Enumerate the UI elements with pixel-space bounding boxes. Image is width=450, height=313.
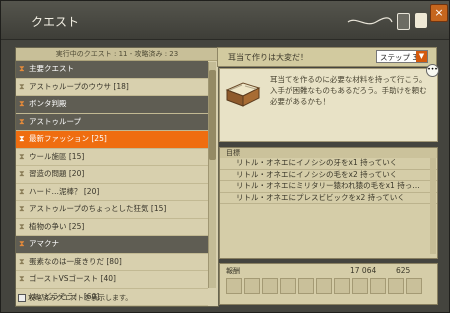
quest-label: 蛋素なのは一度きりだ [80]: [29, 256, 122, 266]
hourglass-icon: ⧗: [19, 256, 25, 266]
quest-item[interactable]: ⧗ 植物の争い [25]: [16, 219, 208, 236]
reward-item-slot[interactable]: [352, 278, 368, 294]
reward-xp: 17 064: [350, 266, 377, 275]
window-title: クエスト: [31, 15, 80, 29]
goals-scrollbar[interactable]: [430, 158, 436, 254]
reward-item-slot[interactable]: [226, 278, 242, 294]
quest-title: 耳当て作りは大変だ！: [228, 53, 308, 62]
chevron-down-icon[interactable]: ▼: [416, 51, 427, 62]
quest-count-header: 実行中のクエスト : 11 - 攻略済み : 23: [16, 48, 218, 61]
hourglass-icon: ⧗: [19, 151, 25, 161]
show-completed-label: 攻略済みクエストを表示します。: [28, 294, 133, 302]
hourglass-icon: ⧗: [19, 239, 25, 248]
close-button[interactable]: ×: [430, 4, 448, 22]
goals-panel: 目標 リトル・オネエにイノシシの牙をx1 持っていく リトル・オネエにイノシシの毛…: [219, 147, 438, 259]
hourglass-icon: ⧗: [19, 204, 25, 213]
reward-item-slot[interactable]: [262, 278, 278, 294]
quest-category[interactable]: ⧗ ボンタ判殿: [16, 96, 208, 114]
quest-label: アストゥループのちょっとした狂気 [15]: [29, 204, 167, 213]
checkbox[interactable]: [18, 294, 26, 302]
hourglass-icon: ⧗: [19, 99, 25, 108]
quest-title-bar: 耳当て作りは大変だ！ ステップ 3 ▼: [217, 47, 437, 67]
reward-kamas: 625: [396, 266, 411, 275]
open-book-icon: [225, 82, 261, 107]
quest-category[interactable]: ⧗ アマクナ: [16, 236, 208, 254]
quest-item[interactable]: ⧗ 最新ファッション [25]: [16, 131, 208, 149]
hourglass-icon: ⧗: [19, 274, 25, 283]
quest-description-panel: 耳当てを作るのに必要な材料を持って行こう。入手が困難なものもあるだろう。手助けを…: [219, 64, 439, 142]
scroll-icon[interactable]: [415, 13, 427, 28]
reward-item-slot[interactable]: [406, 278, 422, 294]
scrollbar-thumb[interactable]: [209, 70, 216, 160]
goals-list: リトル・オネエにイノシシの牙をx1 持っていく リトル・オネエにイノシシの毛をx2…: [220, 158, 437, 204]
quest-item[interactable]: ⧗ アストゥループのちょっとした狂気 [15]: [16, 201, 208, 219]
hourglass-icon: ⧗: [19, 134, 25, 143]
quest-label: アストゥループ: [29, 116, 82, 126]
quest-label: ハード…泥棒？ [20]: [29, 186, 100, 196]
step-select-value: ステップ 3: [380, 53, 418, 62]
reward-item-slot[interactable]: [334, 278, 350, 294]
hourglass-icon: ⧗: [19, 169, 25, 178]
hourglass-icon: ⧗: [19, 116, 25, 126]
hourglass-icon: ⧗: [19, 64, 25, 73]
quest-list: ⧗ 主要クエスト ⧗ アストゥループのウウサ [18] ⧗ ボンタ判殿 ⧗ アストゥループ ⧗ 最…: [16, 61, 218, 306]
goal-item: リトル・オネエにミリタリー猿われ猿の毛をx1 持っ…: [220, 181, 437, 193]
hourglass-icon: ⧗: [19, 81, 25, 91]
quest-label: 最新ファッション [25]: [29, 134, 107, 143]
quest-item[interactable]: ⧗ 習造の問題 [20]: [16, 166, 208, 184]
reward-item-slot[interactable]: [298, 278, 314, 294]
quest-list-scrollbar[interactable]: [208, 62, 216, 288]
goal-item: リトル・オネエにイノシシの牙をx1 持っていく: [220, 158, 437, 170]
quest-label: 主要クエスト: [29, 64, 74, 73]
quest-list-panel: 実行中のクエスト : 11 - 攻略済み : 23 ⧗ 主要クエスト ⧗ アストゥルー…: [15, 47, 219, 307]
quest-label: ボンタ判殿: [29, 99, 67, 108]
quest-label: アストゥループのウウサ [18]: [29, 81, 129, 91]
reward-item-slot[interactable]: [280, 278, 296, 294]
reward-item-slot[interactable]: [244, 278, 260, 294]
reward-panel: 報酬 17 064 625: [219, 263, 438, 305]
reward-header: 報酬: [226, 267, 240, 275]
goal-item: リトル・オネエにイノシシの毛をx2 持っていく: [220, 170, 437, 181]
reward-item-slot[interactable]: [370, 278, 386, 294]
quest-item[interactable]: ⧗ ゴーストVSゴースト [40]: [16, 271, 208, 289]
goals-header: 目標: [220, 148, 437, 158]
more-options-icon[interactable]: •••: [426, 64, 439, 77]
hourglass-icon: ⧗: [19, 221, 25, 231]
quest-window: クエスト × 実行中のクエスト : 11 - 攻略済み : 23 ⧗ 主要クエスト…: [0, 0, 450, 313]
reward-item-slot[interactable]: [316, 278, 332, 294]
quest-category[interactable]: ⧗ 主要クエスト: [16, 61, 208, 79]
reward-item-slot[interactable]: [388, 278, 404, 294]
goal-item: リトル・オネエにプレスビビックをx2 持っていく: [220, 193, 437, 204]
quest-category[interactable]: ⧗ アストゥループ: [16, 113, 208, 131]
show-completed-toggle[interactable]: 攻略済みクエストを表示します。: [18, 293, 132, 303]
book-icon[interactable]: [397, 13, 410, 30]
step-select[interactable]: ステップ 3 ▼: [376, 50, 428, 63]
ornament-icon: [347, 17, 393, 25]
quest-label: 習造の問題 [20]: [29, 169, 85, 178]
quest-item[interactable]: ⧗ アストゥループのウウサ [18]: [16, 79, 208, 96]
quest-label: アマクナ: [29, 239, 59, 248]
title-bar: クエスト ×: [1, 1, 449, 40]
quest-label: ウール施區 [15]: [29, 151, 85, 161]
quest-label: ゴーストVSゴースト [40]: [29, 274, 116, 283]
quest-item[interactable]: ⧗ ウール施區 [15]: [16, 149, 208, 166]
quest-label: 植物の争い [25]: [29, 221, 85, 231]
quest-item[interactable]: ⧗ ハード…泥棒？ [20]: [16, 184, 208, 201]
hourglass-icon: ⧗: [19, 186, 25, 196]
quest-item[interactable]: ⧗ 蛋素なのは一度きりだ [80]: [16, 254, 208, 271]
quest-description: 耳当てを作るのに必要な材料を持って行こう。入手が困難なものもあるだろう。手助けを…: [270, 75, 427, 106]
